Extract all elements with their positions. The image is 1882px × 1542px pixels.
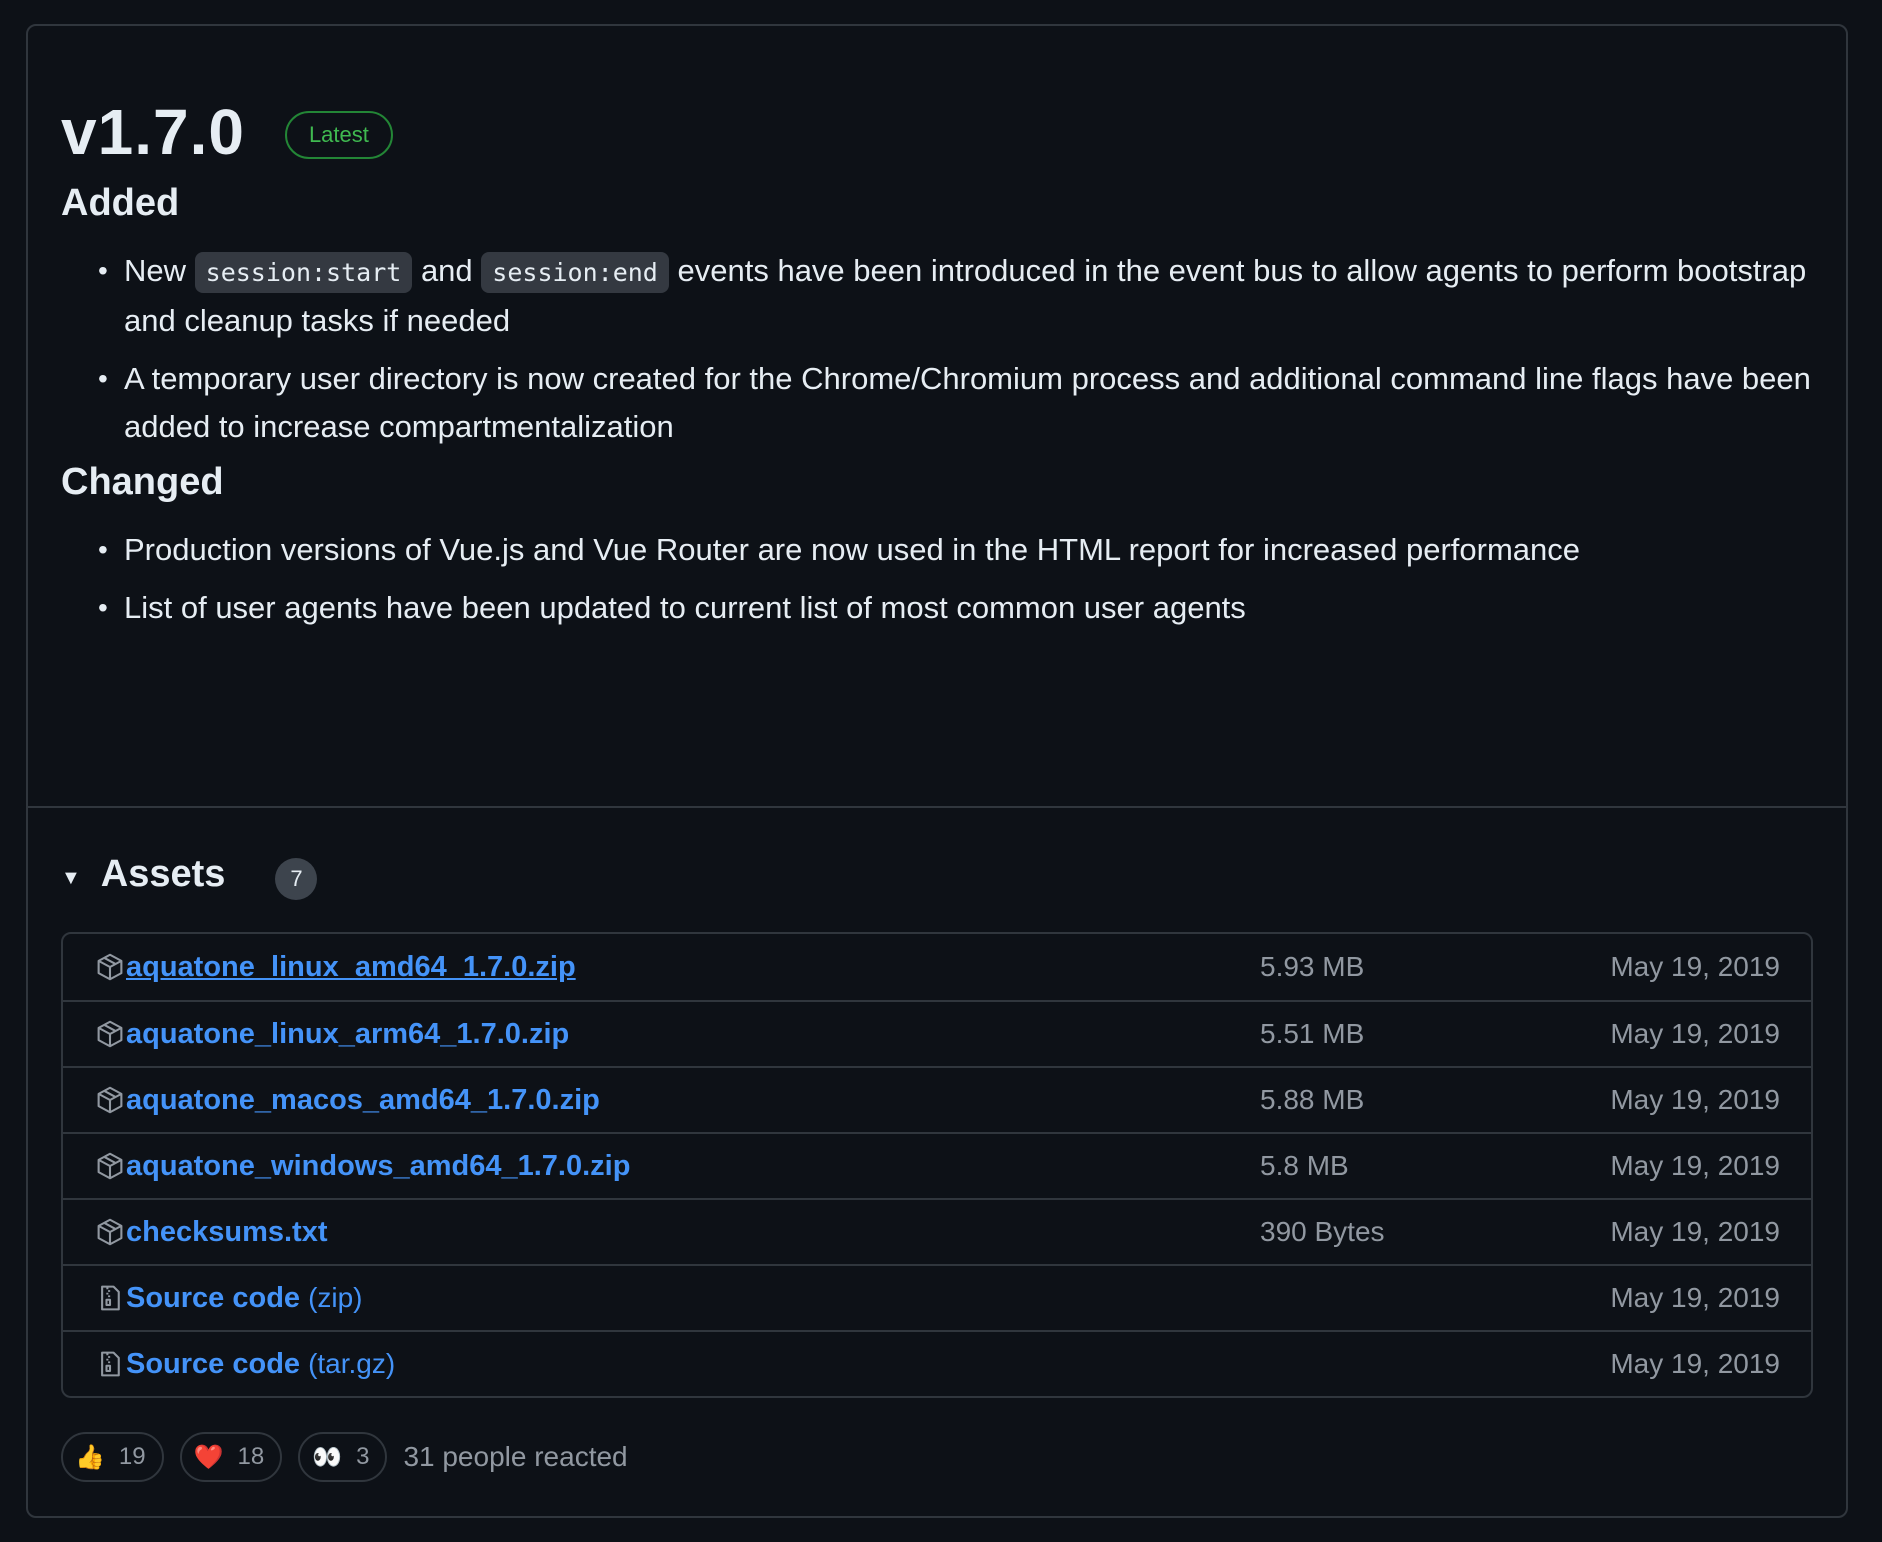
asset-row: aquatone_linux_arm64_1.7.0.zip 5.51 MB M…: [63, 1000, 1811, 1066]
reaction-heart-button[interactable]: ❤️ 18: [179, 1432, 283, 1482]
reaction-eyes-button[interactable]: 👀 3: [298, 1432, 388, 1482]
asset-name-wrap: aquatone_linux_arm64_1.7.0.zip: [126, 1018, 1260, 1051]
inline-code-session-start: session:start: [194, 252, 413, 293]
list-item: • Production versions of Vue.js and Vue …: [61, 526, 1814, 574]
asset-row: Source code (zip) May 19, 2019: [63, 1264, 1811, 1330]
asset-row: Source code (tar.gz) May 19, 2019: [63, 1330, 1811, 1396]
package-icon: [96, 1085, 126, 1115]
package-icon: [96, 952, 126, 982]
release-notes: v1.7.0 Latest Added • New session:start …: [28, 26, 1846, 806]
asset-name-wrap: aquatone_windows_amd64_1.7.0.zip: [126, 1150, 1260, 1183]
asset-name-wrap: checksums.txt: [126, 1216, 1260, 1249]
asset-ext: (tar.gz): [308, 1348, 396, 1379]
added-item-2: A temporary user directory is now create…: [124, 361, 1811, 444]
assets-toggle[interactable]: ▼ Assets 7: [61, 844, 1813, 904]
asset-date: May 19, 2019: [1610, 1084, 1780, 1115]
release-version-title[interactable]: v1.7.0: [61, 95, 245, 169]
asset-link[interactable]: aquatone_windows_amd64_1.7.0.zip: [126, 1150, 630, 1183]
added-item-1-pre: New: [124, 253, 187, 288]
bullet-icon: •: [98, 255, 108, 286]
bullet-icon: •: [98, 363, 108, 394]
release-header: v1.7.0 Latest: [61, 82, 1814, 182]
added-list: • New session:start and session:end even…: [61, 247, 1814, 451]
changed-heading: Changed: [61, 461, 224, 503]
list-item: • New session:start and session:end even…: [61, 247, 1814, 345]
reaction-count: 18: [237, 1443, 265, 1470]
inline-code-session-end: session:end: [481, 252, 669, 293]
asset-link[interactable]: aquatone_linux_amd64_1.7.0.zip: [126, 951, 576, 984]
changed-list: • Production versions of Vue.js and Vue …: [61, 526, 1814, 632]
package-icon: [96, 1019, 126, 1049]
asset-date: May 19, 2019: [1610, 1216, 1780, 1247]
added-heading: Added: [61, 182, 180, 224]
asset-name-wrap: Source code (zip): [126, 1282, 1260, 1315]
file-zip-icon: [96, 1283, 126, 1313]
asset-link[interactable]: aquatone_linux_arm64_1.7.0.zip: [126, 1018, 569, 1051]
asset-size: 5.93 MB: [1260, 951, 1365, 982]
release-card: v1.7.0 Latest Added • New session:start …: [26, 24, 1848, 1518]
heart-icon: ❤️: [193, 1443, 224, 1471]
changed-item-1: Production versions of Vue.js and Vue Ro…: [124, 532, 1581, 567]
eyes-icon: 👀: [312, 1443, 343, 1471]
list-item: • A temporary user directory is now crea…: [61, 355, 1814, 451]
source-code-targz-link[interactable]: Source code: [126, 1348, 300, 1381]
bullet-icon: •: [98, 534, 108, 565]
added-item-1-mid: and: [420, 253, 473, 288]
asset-name-wrap: Source code (tar.gz): [126, 1348, 1260, 1381]
source-code-zip-link[interactable]: Source code: [126, 1282, 300, 1315]
asset-row: aquatone_windows_amd64_1.7.0.zip 5.8 MB …: [63, 1132, 1811, 1198]
asset-date: May 19, 2019: [1610, 1348, 1780, 1379]
asset-size: 5.8 MB: [1260, 1150, 1349, 1181]
caret-down-icon[interactable]: ▼: [61, 867, 81, 890]
asset-row: aquatone_macos_amd64_1.7.0.zip 5.88 MB M…: [63, 1066, 1811, 1132]
asset-name-wrap: aquatone_macos_amd64_1.7.0.zip: [126, 1084, 1260, 1117]
assets-section: ▼ Assets 7 aquatone_linux_amd64_1.7.0.zi…: [28, 808, 1846, 1482]
asset-link[interactable]: checksums.txt: [126, 1216, 328, 1249]
assets-count-badge: 7: [275, 858, 318, 900]
asset-date: May 19, 2019: [1610, 1150, 1780, 1181]
latest-badge: Latest: [284, 111, 393, 159]
bullet-icon: •: [98, 592, 108, 623]
asset-size: 5.88 MB: [1260, 1084, 1365, 1115]
assets-title[interactable]: Assets: [101, 853, 226, 896]
asset-ext: (zip): [308, 1282, 363, 1313]
asset-size: 5.51 MB: [1260, 1018, 1365, 1049]
asset-name-wrap: aquatone_linux_amd64_1.7.0.zip: [126, 951, 1260, 984]
asset-size: 390 Bytes: [1260, 1216, 1385, 1247]
asset-row: checksums.txt 390 Bytes May 19, 2019: [63, 1198, 1811, 1264]
reactions-bar: 👍 19 ❤️ 18 👀 3 31 people reacted: [61, 1432, 1813, 1482]
thumbs-up-icon: 👍: [75, 1443, 105, 1471]
package-icon: [96, 1217, 126, 1247]
asset-row: aquatone_linux_amd64_1.7.0.zip 5.93 MB M…: [63, 934, 1811, 1000]
asset-date: May 19, 2019: [1610, 1018, 1780, 1049]
reaction-count: 19: [118, 1443, 146, 1470]
assets-list: aquatone_linux_amd64_1.7.0.zip 5.93 MB M…: [61, 932, 1813, 1398]
asset-link[interactable]: aquatone_macos_amd64_1.7.0.zip: [126, 1084, 600, 1117]
file-zip-icon: [96, 1349, 126, 1379]
reaction-thumbs-up-button[interactable]: 👍 19: [61, 1432, 164, 1482]
asset-date: May 19, 2019: [1610, 951, 1780, 982]
package-icon: [96, 1151, 126, 1181]
reaction-count: 3: [356, 1443, 370, 1470]
reactions-summary[interactable]: 31 people reacted: [403, 1441, 627, 1473]
asset-date: May 19, 2019: [1610, 1282, 1780, 1313]
changed-item-2: List of user agents have been updated to…: [124, 590, 1246, 625]
list-item: • List of user agents have been updated …: [61, 584, 1814, 632]
